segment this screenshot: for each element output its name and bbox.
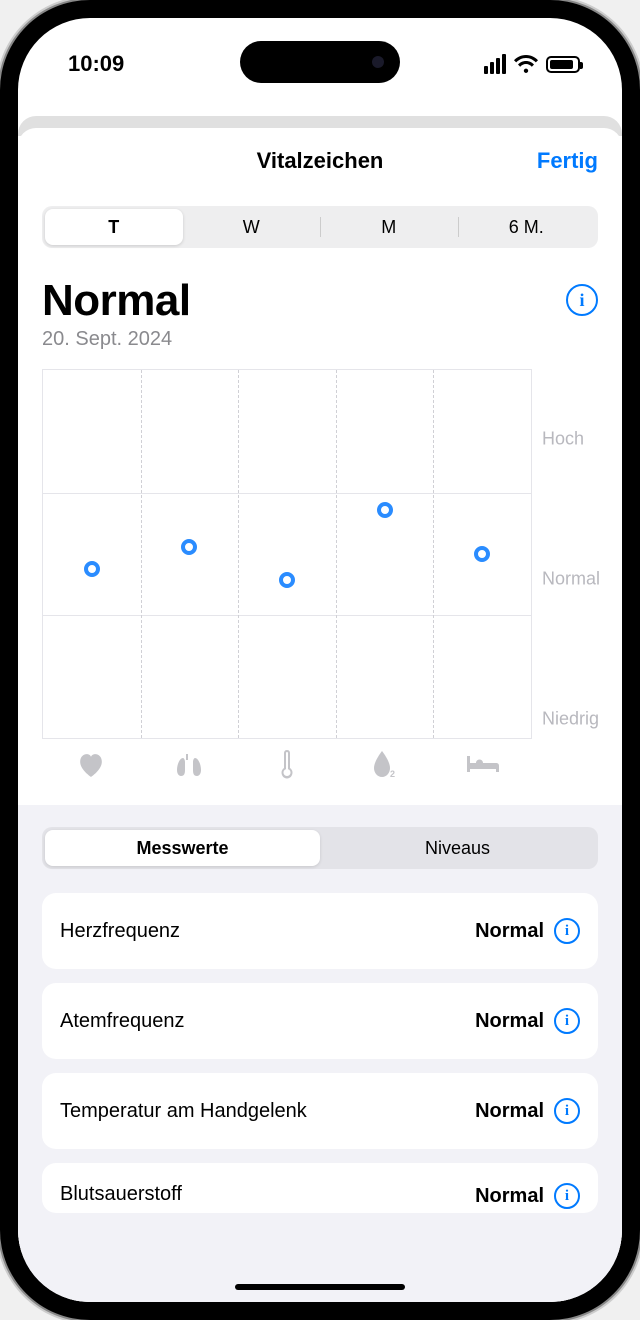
card-value: Normal [475, 1185, 544, 1208]
chart-point [474, 546, 490, 562]
svg-text:2: 2 [390, 769, 395, 779]
heart-icon [42, 747, 140, 783]
card-title: Atemfrequenz [60, 1010, 185, 1033]
y-label-high: Hoch [542, 428, 584, 449]
card-value: Normal [475, 920, 544, 943]
info-icon[interactable]: i [554, 918, 580, 944]
metric-card[interactable]: Temperatur am Handgelenk Normal i [42, 1073, 598, 1149]
info-icon[interactable]: i [566, 284, 598, 316]
thermometer-icon [238, 747, 336, 783]
chart-point [84, 561, 100, 577]
seg-messwerte[interactable]: Messwerte [45, 830, 320, 866]
nav-bar: Vitalzeichen Fertig [18, 128, 622, 194]
bed-icon [434, 747, 532, 783]
chart-point [279, 572, 295, 588]
wifi-icon [514, 55, 538, 73]
drop-o2-icon: 2 [336, 747, 434, 783]
seg-day[interactable]: T [45, 209, 183, 245]
metric-card[interactable]: Atemfrequenz Normal i [42, 983, 598, 1059]
y-label-low: Niedrig [542, 708, 599, 729]
seg-niveaus[interactable]: Niveaus [320, 830, 595, 866]
view-segmented[interactable]: Messwerte Niveaus [42, 827, 598, 869]
card-value: Normal [475, 1100, 544, 1123]
metric-card[interactable]: Herzfrequenz Normal i [42, 893, 598, 969]
summary-status: Normal [42, 276, 191, 326]
card-title: Blutsauerstoff [60, 1183, 182, 1206]
home-indicator[interactable] [235, 1284, 405, 1290]
y-label-normal: Normal [542, 569, 600, 590]
seg-week[interactable]: W [183, 209, 321, 245]
seg-month[interactable]: M [320, 209, 458, 245]
dynamic-island [240, 41, 400, 83]
vitals-modal: Vitalzeichen Fertig T W M 6 M. Normal 20… [18, 128, 622, 1302]
card-value: Normal [475, 1010, 544, 1033]
cellular-icon [484, 54, 506, 74]
page-title: Vitalzeichen [257, 148, 384, 174]
lungs-icon [140, 747, 238, 783]
battery-icon [546, 56, 580, 73]
metric-card[interactable]: Blutsauerstoff Normal i [42, 1163, 598, 1213]
vitals-chart: Hoch Normal Niedrig 2 [42, 369, 598, 789]
info-icon[interactable]: i [554, 1183, 580, 1209]
done-button[interactable]: Fertig [537, 148, 598, 174]
info-icon[interactable]: i [554, 1008, 580, 1034]
card-title: Herzfrequenz [60, 920, 180, 943]
chart-point [377, 502, 393, 518]
info-icon[interactable]: i [554, 1098, 580, 1124]
chart-point [181, 539, 197, 555]
time-range-segmented[interactable]: T W M 6 M. [42, 206, 598, 248]
status-time: 10:09 [68, 51, 124, 77]
seg-6m[interactable]: 6 M. [458, 209, 596, 245]
card-title: Temperatur am Handgelenk [60, 1100, 307, 1123]
summary-date: 20. Sept. 2024 [42, 328, 191, 351]
